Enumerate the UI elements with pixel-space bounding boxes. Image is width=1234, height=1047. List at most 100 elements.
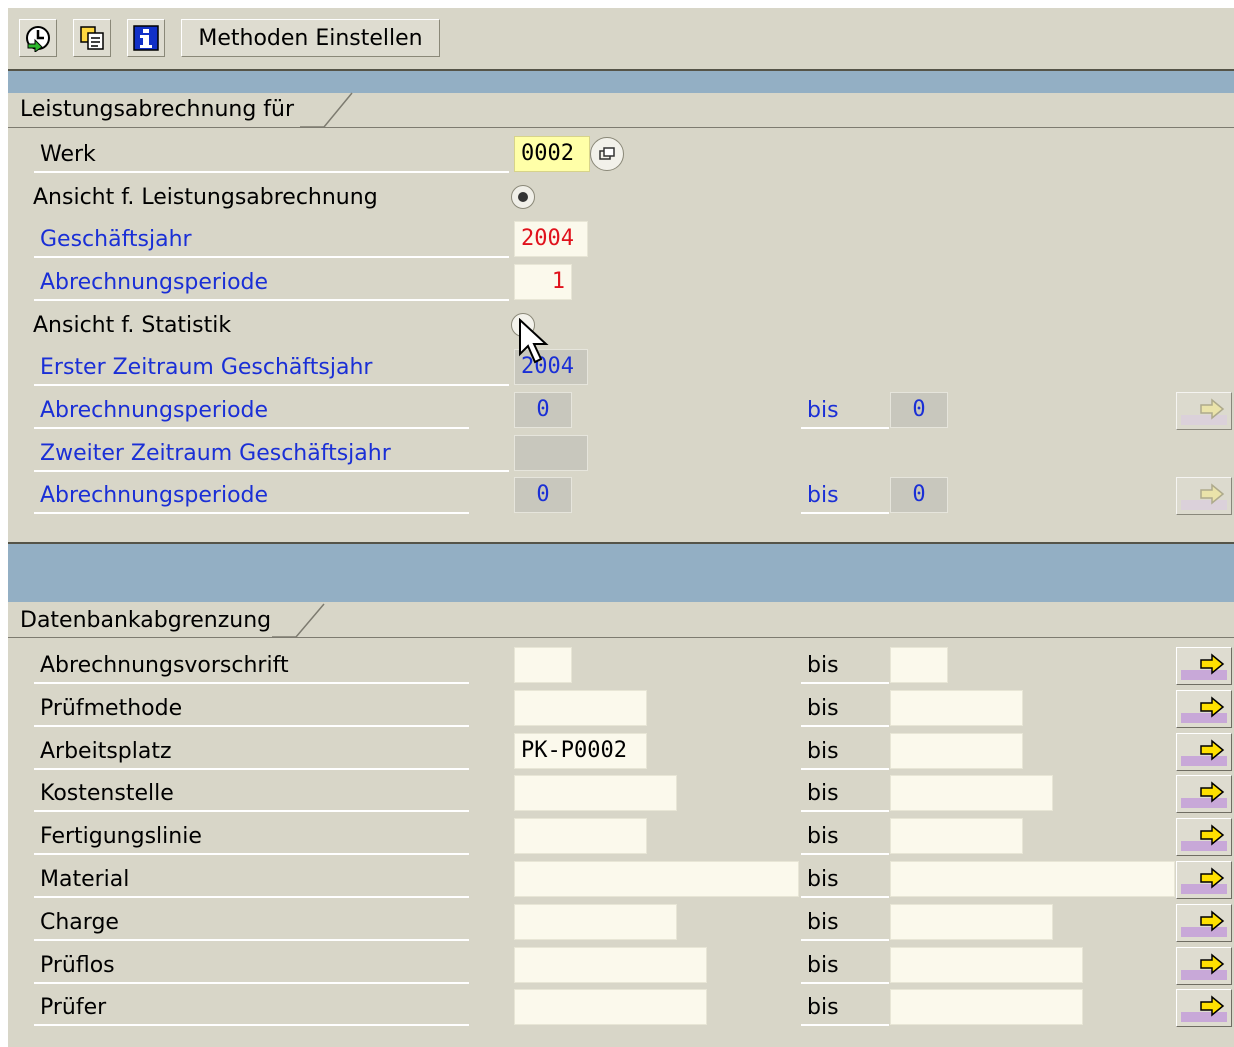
arrow-right-icon [1200,653,1225,675]
row-underline [801,810,889,812]
row-underline [801,982,889,984]
multiple-selection-button[interactable] [1176,775,1232,813]
arrow-right-icon [1200,739,1225,761]
geschaeftsjahr-input[interactable]: 2004 [514,221,588,257]
section-divider [8,127,1234,128]
criterion-to-input[interactable] [890,904,1053,940]
ansicht-leistung-radio[interactable] [511,185,535,209]
criterion-label: Charge [40,910,119,935]
value-help-icon [599,147,615,160]
arrow-right-icon [1200,995,1225,1017]
criterion-to-input[interactable] [890,690,1023,726]
arrow-right-icon [1200,824,1225,846]
criterion-from-input[interactable] [514,861,799,897]
criterion-from-input[interactable]: PK-P0002 [514,733,647,769]
criterion-label: Material [40,867,130,892]
arrow-right-icon [1200,953,1225,975]
criterion-label: Arbeitsplatz [40,739,172,764]
row-underline [801,768,889,770]
criterion-from-input[interactable] [514,904,677,940]
criterion-to-input[interactable] [890,647,948,683]
row-underline [34,682,469,684]
criterion-bis-label: bis [807,781,839,806]
arrow-right-icon [1200,910,1225,932]
criterion-from-input[interactable] [514,989,707,1025]
row-underline [34,512,469,514]
row-underline [34,982,469,984]
criterion-label: Prüflos [40,953,115,978]
arrow-right-icon [1200,398,1225,420]
multiple-selection-button[interactable] [1176,733,1232,771]
abrechnungsperiode-input[interactable]: 1 [514,264,572,300]
arrow-right-icon [1200,867,1225,889]
row-underline [34,853,469,855]
periode1-to-field: 0 [890,392,948,428]
row-underline [34,896,469,898]
arrow-right-icon [1200,483,1225,505]
info-button[interactable] [127,19,165,57]
multiple-selection-button[interactable] [1176,947,1232,985]
criterion-bis-label: bis [807,824,839,849]
periode1-multiselect-button[interactable] [1176,392,1232,430]
erster-zeitraum-label: Erster Zeitraum Geschäftsjahr [40,355,373,380]
werk-input[interactable]: 0002 [514,136,590,172]
criterion-label: Prüfmethode [40,696,183,721]
row-underline [34,470,509,472]
multiple-selection-button[interactable] [1176,647,1232,685]
multiple-selection-button[interactable] [1176,818,1232,856]
section-tab-edge [272,603,325,638]
criterion-to-input[interactable] [890,775,1053,811]
arrow-right-icon [1200,696,1225,718]
criterion-to-input[interactable] [890,733,1023,769]
ansicht-leistung-label: Ansicht f. Leistungsabrechnung [33,185,378,210]
criterion-from-input[interactable] [514,775,677,811]
periode1-from-field: 0 [514,392,572,428]
row-underline [34,256,509,258]
periode2-to-field: 0 [890,477,948,513]
row-underline [34,939,469,941]
criterion-bis-label: bis [807,653,839,678]
criterion-bis-label: bis [807,739,839,764]
criterion-bis-label: bis [807,953,839,978]
criterion-from-input[interactable] [514,647,572,683]
section-title-leistungsabrechnung: Leistungsabrechnung für [20,96,295,122]
geschaeftsjahr-label: Geschäftsjahr [40,227,192,252]
criterion-bis-label: bis [807,910,839,935]
multiple-selection-button[interactable] [1176,690,1232,728]
clock-execute-icon [26,26,50,52]
variants-button[interactable] [73,19,111,57]
middle-strip [8,544,1234,602]
criterion-from-input[interactable] [514,690,647,726]
periode1-label: Abrechnungsperiode [40,398,269,423]
row-underline [34,768,469,770]
abrechnungsperiode-label: Abrechnungsperiode [40,270,269,295]
periode2-bis-label: bis [807,483,839,508]
werk-label: Werk [40,142,96,167]
criterion-from-input[interactable] [514,947,707,983]
section-tab-edge [300,92,353,128]
section-divider [8,637,1234,638]
criterion-label: Kostenstelle [40,781,174,806]
row-underline [34,725,469,727]
criterion-to-input[interactable] [890,818,1023,854]
row-underline [801,427,889,429]
row-underline [34,299,509,301]
multiple-selection-button[interactable] [1176,861,1232,899]
multiple-selection-button[interactable] [1176,904,1232,942]
execute-button[interactable] [19,19,57,57]
criterion-to-input[interactable] [890,947,1083,983]
werk-value-help-button[interactable] [590,137,624,171]
periode2-multiselect-button[interactable] [1176,477,1232,515]
criterion-bis-label: bis [807,696,839,721]
periode1-bis-label: bis [807,398,839,423]
section-title-datenbankabgrenzung: Datenbankabgrenzung [20,607,272,633]
criterion-bis-label: bis [807,867,839,892]
row-underline [34,810,469,812]
criterion-to-input[interactable] [890,861,1175,897]
methoden-einstellen-button[interactable]: Methoden Einstellen [181,19,440,57]
zweiter-zeitraum-label: Zweiter Zeitraum Geschäftsjahr [40,441,391,466]
criterion-to-input[interactable] [890,989,1083,1025]
row-underline [34,427,469,429]
criterion-from-input[interactable] [514,818,647,854]
multiple-selection-button[interactable] [1176,989,1232,1027]
